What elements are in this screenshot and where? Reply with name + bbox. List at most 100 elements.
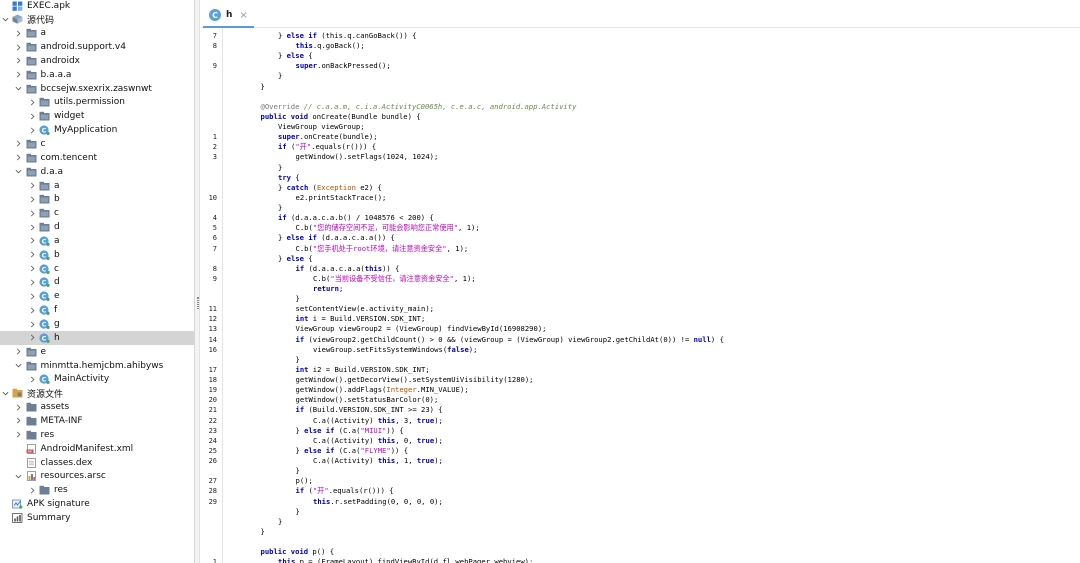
- folder-icon: [26, 402, 37, 412]
- chevron-down-icon[interactable]: [15, 168, 23, 176]
- code-line: ViewGroup viewGroup2 = (ViewGroup) findV…: [296, 324, 547, 334]
- chevron-right-icon[interactable]: [15, 71, 23, 79]
- code-token: C.a((Activity): [313, 456, 378, 466]
- splitter-grip[interactable]: [196, 297, 199, 309]
- tree-item[interactable]: C MyApplication: [0, 123, 194, 137]
- code-token: getWindow().setFlags(1024, 1024);: [295, 152, 439, 162]
- tree-item[interactable]: Cc: [0, 262, 194, 276]
- chevron-right-icon[interactable]: [15, 154, 23, 162]
- tree-item[interactable]: a: [0, 26, 194, 40]
- tab-h[interactable]: C h ×: [203, 4, 254, 28]
- code-area[interactable]: 7} else if (this.q.canGoBack()) {8 this.q…: [209, 28, 1080, 563]
- chevron-right-icon[interactable]: [15, 348, 23, 356]
- chevron-right-icon[interactable]: [28, 195, 36, 203]
- chevron-right-icon[interactable]: [28, 334, 36, 342]
- chevron-right-icon[interactable]: [15, 29, 23, 37]
- code-token: try: [278, 172, 291, 182]
- code-line: if ("开".equals(r())) {: [296, 486, 394, 496]
- tree-item[interactable]: c: [0, 137, 194, 151]
- chevron-right-icon[interactable]: [28, 112, 36, 120]
- chevron-right-icon[interactable]: [15, 417, 23, 425]
- chevron-right-icon[interactable]: [15, 140, 23, 148]
- tree-item[interactable]: android.support.v4: [0, 40, 194, 54]
- chevron-right-icon[interactable]: [15, 403, 23, 411]
- chevron-down-icon[interactable]: [15, 85, 23, 93]
- tree-item[interactable]: a: [0, 179, 194, 193]
- chevron-right-icon[interactable]: [28, 278, 36, 286]
- svg-text:MF: MF: [27, 449, 32, 453]
- chevron-right-icon[interactable]: [28, 320, 36, 328]
- tree-item[interactable]: 资源文件: [0, 386, 194, 400]
- chevron-right-icon[interactable]: [15, 431, 23, 439]
- chevron-right-icon[interactable]: [28, 251, 36, 259]
- tree-item[interactable]: C MainActivity: [0, 373, 194, 387]
- tree-item[interactable]: resources.arsc: [0, 470, 194, 484]
- tree-item[interactable]: MF AndroidManifest.xml: [0, 442, 194, 456]
- tree-item[interactable]: res: [0, 428, 194, 442]
- chevron-right-icon[interactable]: [28, 292, 36, 300]
- tree-item[interactable]: Ce: [0, 289, 194, 303]
- tree-item[interactable]: 源代码: [0, 12, 194, 26]
- code-token: p();: [295, 476, 313, 486]
- chevron-down-icon[interactable]: [15, 362, 23, 370]
- chevron-down-icon[interactable]: [1, 389, 9, 397]
- tree-item[interactable]: Ch: [0, 331, 194, 345]
- tree-item[interactable]: EXEC.apk: [0, 0, 194, 12]
- tree-item[interactable]: com.tencent: [0, 151, 194, 165]
- line-number: 19: [208, 386, 217, 395]
- code-token: "MIUI": [360, 425, 387, 435]
- chevron-right-icon[interactable]: [28, 223, 36, 231]
- tree-item-label: c: [54, 208, 59, 219]
- tree-item[interactable]: classes.dex: [0, 456, 194, 470]
- svg-text:C: C: [42, 307, 47, 315]
- chevron-right-icon[interactable]: [28, 265, 36, 273]
- tree-item[interactable]: Cf: [0, 303, 194, 317]
- tree-item[interactable]: androidx: [0, 54, 194, 68]
- tree-item[interactable]: utils.permission: [0, 96, 194, 110]
- tree-item[interactable]: bccsejw.sxexrix.zaswnwt: [0, 82, 194, 96]
- tree-item[interactable]: d: [0, 220, 194, 234]
- code-token: onCreate(Bundle bundle) {: [308, 111, 421, 121]
- tree-item[interactable]: minmtta.hemjcbm.ahibyws: [0, 359, 194, 373]
- line-number: 13: [208, 325, 217, 334]
- chevron-right-icon[interactable]: [28, 486, 36, 494]
- code-token: setContentView(e.activity_main);: [295, 304, 434, 314]
- tree-item[interactable]: e: [0, 345, 194, 359]
- chevron-down-icon[interactable]: [15, 472, 23, 480]
- tree-item[interactable]: widget: [0, 109, 194, 123]
- close-icon[interactable]: ×: [239, 10, 247, 21]
- chevron-right-icon[interactable]: [28, 237, 36, 245]
- code-token: this: [377, 435, 396, 445]
- chevron-right-icon[interactable]: [28, 375, 36, 383]
- tree-item[interactable]: META-INF: [0, 414, 194, 428]
- chevron-right-icon[interactable]: [28, 209, 36, 217]
- tree-item[interactable]: Cb: [0, 248, 194, 262]
- code-token: else: [286, 51, 304, 61]
- code-token: true: [416, 415, 435, 425]
- tree-item[interactable]: d.a.a: [0, 165, 194, 179]
- tree-item[interactable]: assets: [0, 400, 194, 414]
- tree-item-label: 源代码: [27, 15, 55, 26]
- tree-item[interactable]: Summary: [0, 511, 194, 525]
- tree-item[interactable]: Cd: [0, 276, 194, 290]
- chevron-right-icon[interactable]: [28, 306, 36, 314]
- tree-item[interactable]: b.a.a.a: [0, 68, 194, 82]
- code-token: ) {: [710, 334, 724, 344]
- panel-splitter[interactable]: [195, 0, 200, 563]
- tree-item[interactable]: res: [0, 483, 194, 497]
- code-token: "FLYME": [360, 445, 391, 455]
- chevron-right-icon[interactable]: [15, 43, 23, 51]
- code-token: getWindow().getDecorView().setSystemUiVi…: [295, 375, 534, 385]
- tree-item[interactable]: c: [0, 206, 194, 220]
- chevron-right-icon[interactable]: [15, 57, 23, 65]
- code-line: C.a((Activity) this, 0, true);: [313, 436, 443, 446]
- chevron-down-icon[interactable]: [1, 15, 9, 23]
- chevron-right-icon[interactable]: [28, 98, 36, 106]
- tree-item[interactable]: APK signature: [0, 497, 194, 511]
- tree-item[interactable]: Ca: [0, 234, 194, 248]
- chevron-right-icon[interactable]: [28, 182, 36, 190]
- tree-item[interactable]: Cg: [0, 317, 194, 331]
- code-token: i = Build.VERSION.SDK_INT;: [308, 314, 426, 324]
- tree-item[interactable]: b: [0, 193, 194, 207]
- chevron-right-icon[interactable]: [28, 126, 36, 134]
